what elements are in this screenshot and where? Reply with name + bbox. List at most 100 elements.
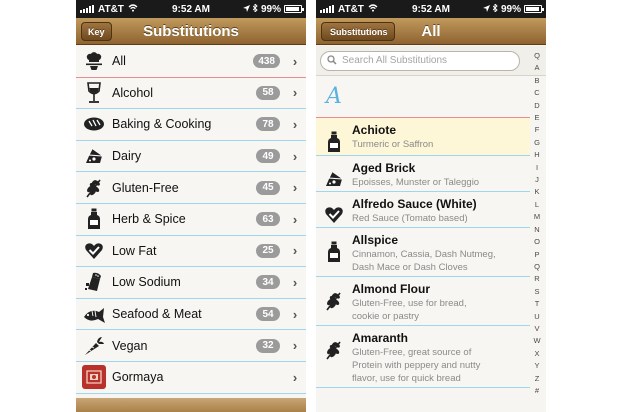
location-icon: [242, 4, 250, 15]
back-button[interactable]: Substitutions: [321, 22, 395, 41]
category-row[interactable]: Herb & Spice 63 ›: [76, 203, 306, 236]
index-letter[interactable]: Y: [534, 360, 539, 372]
clock: 9:52 AM: [412, 3, 450, 15]
substitution-name: Aged Brick: [352, 161, 416, 175]
category-row[interactable]: All 438 ›: [76, 46, 306, 78]
index-letter[interactable]: Z: [535, 373, 540, 385]
chevron-right-icon: ›: [292, 180, 298, 196]
index-letter[interactable]: D: [534, 100, 539, 112]
substitution-detail: flavor, use for quick bread: [352, 373, 461, 384]
substitution-detail: cookie or pastry: [352, 311, 420, 322]
index-letter[interactable]: R: [534, 273, 539, 285]
count-badge: 63: [256, 212, 280, 227]
category-row[interactable]: Low Fat 25 ›: [76, 235, 306, 268]
category-row[interactable]: Low Sodium 34 ›: [76, 267, 306, 299]
index-search-icon[interactable]: Q: [534, 50, 540, 62]
page-title: Substitutions: [143, 22, 239, 40]
key-button[interactable]: Key: [81, 22, 112, 41]
index-letter[interactable]: K: [534, 186, 539, 198]
index-letter[interactable]: N: [534, 224, 539, 236]
category-row[interactable]: Gormaya ›: [76, 361, 306, 394]
location-icon: [482, 4, 490, 15]
battery-icon: [284, 5, 304, 13]
bluetooth-icon: [252, 2, 258, 15]
substitution-name: Achiote: [352, 123, 397, 137]
category-row[interactable]: Vegan 32 ›: [76, 330, 306, 362]
nav-bar: Key Substitutions: [76, 18, 306, 45]
index-letter[interactable]: H: [534, 149, 539, 161]
substitution-row[interactable]: Aged Brick Epoisses, Munster or Taleggio: [316, 156, 530, 192]
index-letter[interactable]: O: [534, 236, 540, 248]
category-row[interactable]: Seafood & Meat 54 ›: [76, 298, 306, 331]
index-letter[interactable]: T: [535, 298, 540, 310]
substitution-detail: Red Sauce (Tomato based): [352, 213, 468, 224]
index-letter[interactable]: W: [533, 335, 540, 347]
category-label: Low Fat: [112, 243, 157, 258]
count-badge: 54: [256, 307, 280, 322]
substitution-row[interactable]: Achiote Turmeric or Saffron: [316, 118, 530, 156]
index-letter[interactable]: B: [534, 75, 539, 87]
index-letter[interactable]: F: [535, 124, 540, 136]
index-letter[interactable]: U: [534, 311, 539, 323]
index-letter[interactable]: G: [534, 137, 540, 149]
index-letter[interactable]: X: [534, 348, 539, 360]
search-icon: [327, 52, 337, 70]
substitution-text: Achiote Turmeric or Saffron: [352, 121, 530, 151]
chevron-right-icon: ›: [292, 369, 298, 385]
signal-icon: [320, 5, 334, 13]
substitution-row[interactable]: Allspice Cinnamon, Cassia, Dash Nutmeg, Da…: [316, 228, 530, 277]
chef-icon: [76, 51, 112, 71]
count-badge: 49: [256, 149, 280, 164]
count-badge: 34: [256, 275, 280, 290]
chevron-right-icon: ›: [292, 274, 298, 290]
index-letter[interactable]: V: [534, 323, 539, 335]
count-badge: 78: [256, 117, 280, 132]
bread-icon: [76, 116, 112, 132]
index-letter[interactable]: L: [535, 199, 539, 211]
index-letter[interactable]: E: [534, 112, 539, 124]
substitution-text: Amaranth Gluten-Free, great source of Prot…: [352, 329, 530, 385]
index-letter[interactable]: J: [535, 174, 539, 186]
index-letter[interactable]: I: [536, 162, 538, 174]
category-row[interactable]: Alcohol 58 ›: [76, 77, 306, 110]
chevron-right-icon: ›: [292, 53, 298, 69]
chevron-right-icon: ›: [292, 306, 298, 322]
index-letter[interactable]: S: [534, 286, 539, 298]
section-letter: A: [326, 84, 342, 109]
search-input[interactable]: Search All Substitutions: [320, 50, 520, 71]
index-letter[interactable]: Q: [534, 261, 540, 273]
alphabet-index[interactable]: Q A B C D E F G H I J K L M N O P Q R S T U V W X Y Z #: [530, 50, 544, 397]
substitution-row[interactable]: Almond Flour Gluten-Free, use for bread, c…: [316, 277, 530, 326]
category-list: All 438 › Alcohol 58 › Baking & Cooking 78 › Dair…: [76, 46, 306, 412]
category-row[interactable]: Dairy 49 ›: [76, 140, 306, 173]
substitution-row[interactable]: Alfredo Sauce (White) Red Sauce (Tomato b…: [316, 192, 530, 228]
index-letter[interactable]: A: [534, 62, 539, 74]
spice-bottle-icon: [316, 121, 352, 153]
carrier-label: AT&T: [98, 3, 124, 15]
section-header: A: [316, 76, 530, 118]
battery-icon: [524, 5, 544, 13]
index-letter[interactable]: M: [534, 211, 540, 223]
heart-check-icon: [76, 241, 112, 261]
page-title: All: [421, 22, 441, 40]
substitution-text: Allspice Cinnamon, Cassia, Dash Nutmeg, Da…: [352, 231, 530, 274]
index-letter[interactable]: P: [534, 249, 539, 261]
category-label: Low Sodium: [112, 275, 181, 290]
index-letter[interactable]: #: [535, 385, 539, 397]
status-bar: AT&T 9:52 AM 99%: [316, 0, 546, 18]
index-letter[interactable]: C: [534, 87, 539, 99]
clock: 9:52 AM: [172, 3, 210, 15]
count-badge: 438: [253, 54, 280, 69]
search-placeholder: Search All Substitutions: [342, 55, 448, 66]
cheese-icon: [76, 146, 112, 166]
category-label: Vegan: [112, 338, 148, 353]
category-row[interactable]: Baking & Cooking 78 ›: [76, 109, 306, 141]
substitution-row[interactable]: Amaranth Gluten-Free, great source of Prot…: [316, 326, 530, 388]
all-substitutions-screen: AT&T 9:52 AM 99% Substitutions All Searc…: [316, 0, 546, 412]
cheese-icon: [316, 159, 352, 189]
category-row[interactable]: Gluten-Free 45 ›: [76, 172, 306, 204]
chevron-right-icon: ›: [292, 116, 298, 132]
bluetooth-icon: [492, 2, 498, 15]
substitution-name: Alfredo Sauce (White): [352, 197, 477, 211]
heart-check-icon: [316, 195, 352, 225]
